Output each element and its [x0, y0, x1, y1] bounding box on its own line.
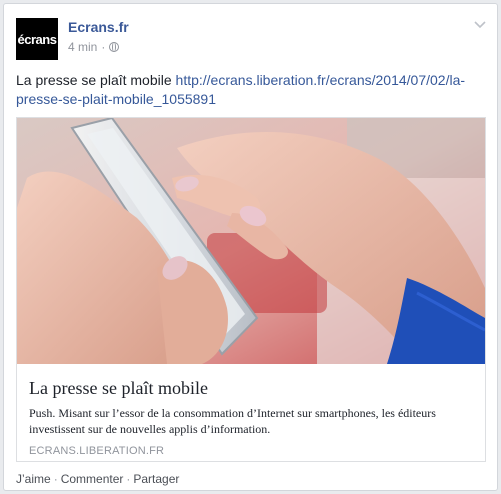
link-preview-domain: ECRANS.LIBERATION.FR	[29, 445, 165, 457]
globe-icon[interactable]	[109, 42, 120, 52]
link-preview-title[interactable]: La presse se plaît mobile	[29, 377, 473, 399]
post-meta: 4 min ·	[68, 40, 120, 54]
link-preview-body: La presse se plaît mobile Push. Misant s…	[17, 365, 485, 457]
share-button[interactable]: Partager	[133, 472, 179, 486]
chevron-down-icon[interactable]	[473, 18, 487, 32]
page-name-link[interactable]: Ecrans.fr	[68, 19, 129, 35]
post-timestamp[interactable]: 4 min	[68, 40, 97, 54]
link-preview-description: Push. Misant sur l’essor de la consommat…	[29, 406, 436, 436]
post-card: écrans Ecrans.fr 4 min · La presse se pl…	[3, 3, 498, 491]
post-message: La presse se plaît mobile http://ecrans.…	[16, 71, 484, 109]
avatar-logo-text: écrans	[17, 31, 57, 47]
meta-separator: ·	[101, 40, 106, 54]
action-separator: ·	[126, 472, 131, 486]
post-message-text: La presse se plaît mobile	[16, 72, 172, 88]
like-button[interactable]: J’aime	[16, 472, 51, 486]
comment-button[interactable]: Commenter	[61, 472, 124, 486]
post-actions: J’aime · Commenter · Partager	[16, 472, 179, 486]
link-preview-card[interactable]: La presse se plaît mobile Push. Misant s…	[16, 117, 486, 462]
link-preview-image[interactable]	[17, 118, 485, 364]
page-avatar[interactable]: écrans	[16, 18, 58, 60]
action-separator: ·	[53, 472, 58, 486]
